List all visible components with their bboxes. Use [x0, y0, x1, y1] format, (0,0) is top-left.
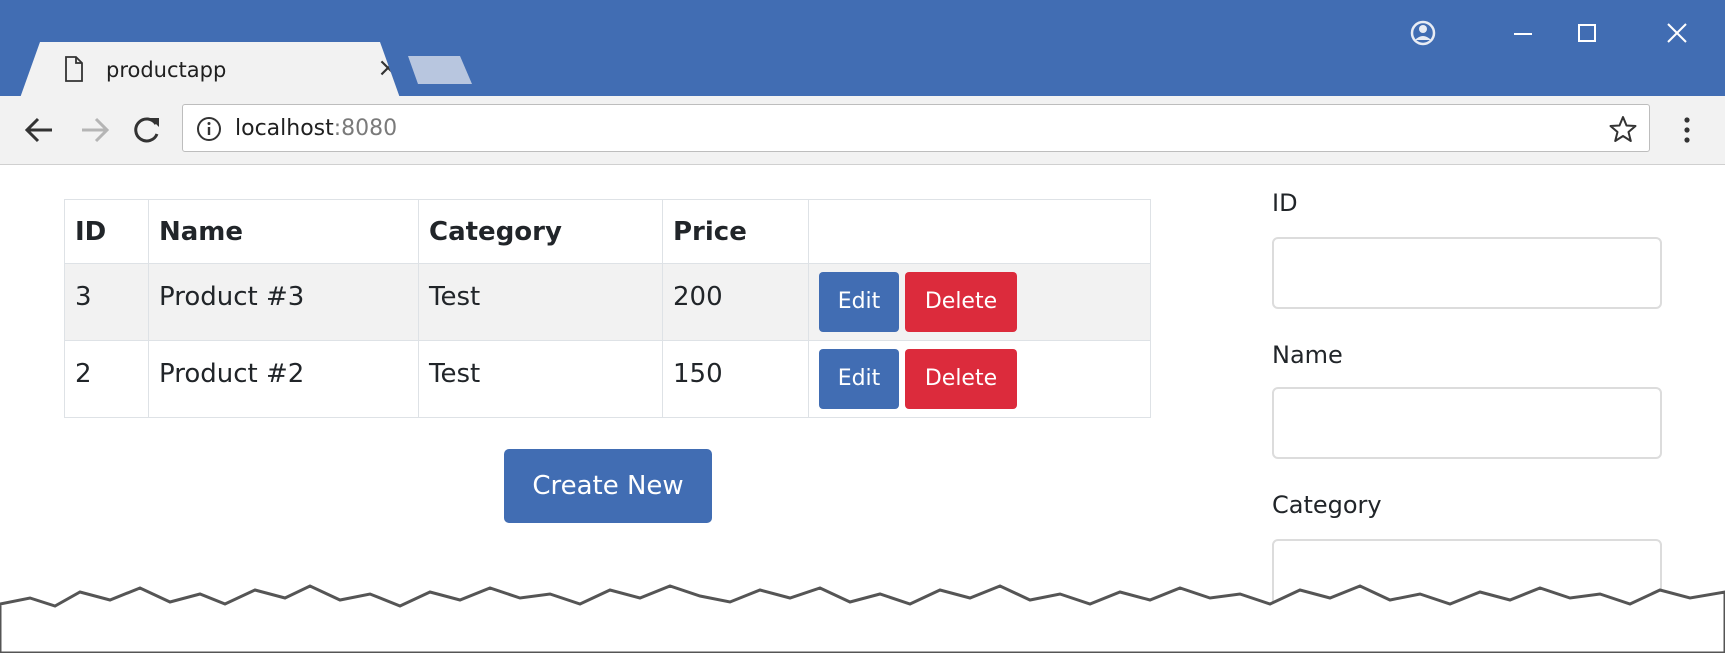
cell-price: 200: [662, 263, 809, 341]
name-input[interactable]: [1272, 387, 1662, 459]
cell-name: Product #3: [148, 263, 419, 341]
cell-actions: Edit Delete: [808, 263, 1151, 341]
new-tab-button[interactable]: [408, 56, 472, 84]
delete-button[interactable]: Delete: [905, 272, 1017, 332]
delete-button[interactable]: Delete: [905, 349, 1017, 409]
bookmark-star-icon[interactable]: [1607, 113, 1639, 145]
category-label: Category: [1272, 491, 1382, 519]
edit-button[interactable]: Edit: [819, 272, 899, 332]
cell-category: Test: [418, 263, 663, 341]
table-row: 3 Product #3 Test 200 Edit Delete: [64, 263, 1151, 341]
tab-productapp[interactable]: productapp ×: [20, 42, 400, 98]
table-header-row: ID Name Category Price: [64, 199, 1151, 264]
address-bar[interactable]: localhost:8080: [182, 104, 1650, 152]
torn-edge: [0, 584, 1725, 653]
header-id: ID: [64, 199, 149, 264]
tab-close-icon[interactable]: ×: [374, 54, 400, 82]
profile-icon[interactable]: [1400, 10, 1446, 56]
id-input[interactable]: [1272, 237, 1662, 309]
edit-button[interactable]: Edit: [819, 349, 899, 409]
minimize-icon[interactable]: [1500, 10, 1546, 56]
browser-window: productapp × localhost:8080 ID Name Cate…: [0, 0, 1725, 653]
header-name: Name: [148, 199, 419, 264]
id-label: ID: [1272, 189, 1298, 217]
reload-icon[interactable]: [126, 110, 166, 150]
cell-name: Product #2: [148, 340, 419, 418]
cell-category: Test: [418, 340, 663, 418]
table-row: 2 Product #2 Test 150 Edit Delete: [64, 340, 1151, 418]
browser-menu-icon[interactable]: [1672, 110, 1702, 150]
name-label: Name: [1272, 341, 1343, 369]
header-actions: [808, 199, 1151, 264]
url-port: :8080: [333, 116, 398, 141]
create-new-button[interactable]: Create New: [504, 449, 712, 523]
cell-id: 2: [64, 340, 149, 418]
title-bar: productapp ×: [0, 0, 1725, 98]
maximize-icon[interactable]: [1564, 10, 1610, 56]
header-price: Price: [662, 199, 809, 264]
info-icon[interactable]: [195, 115, 223, 143]
url-text: localhost:8080: [235, 115, 397, 143]
close-window-icon[interactable]: [1654, 10, 1700, 56]
url-host: localhost: [235, 116, 334, 141]
cell-id: 3: [64, 263, 149, 341]
tab-title: productapp: [106, 58, 227, 82]
page-icon: [65, 56, 83, 82]
cell-price: 150: [662, 340, 809, 418]
forward-arrow-icon[interactable]: [74, 110, 114, 150]
browser-toolbar: localhost:8080: [0, 96, 1725, 165]
cell-actions: Edit Delete: [808, 340, 1151, 418]
products-table: ID Name Category Price 3 Product #3 Test…: [64, 199, 1151, 418]
back-arrow-icon[interactable]: [20, 110, 60, 150]
header-category: Category: [418, 199, 663, 264]
